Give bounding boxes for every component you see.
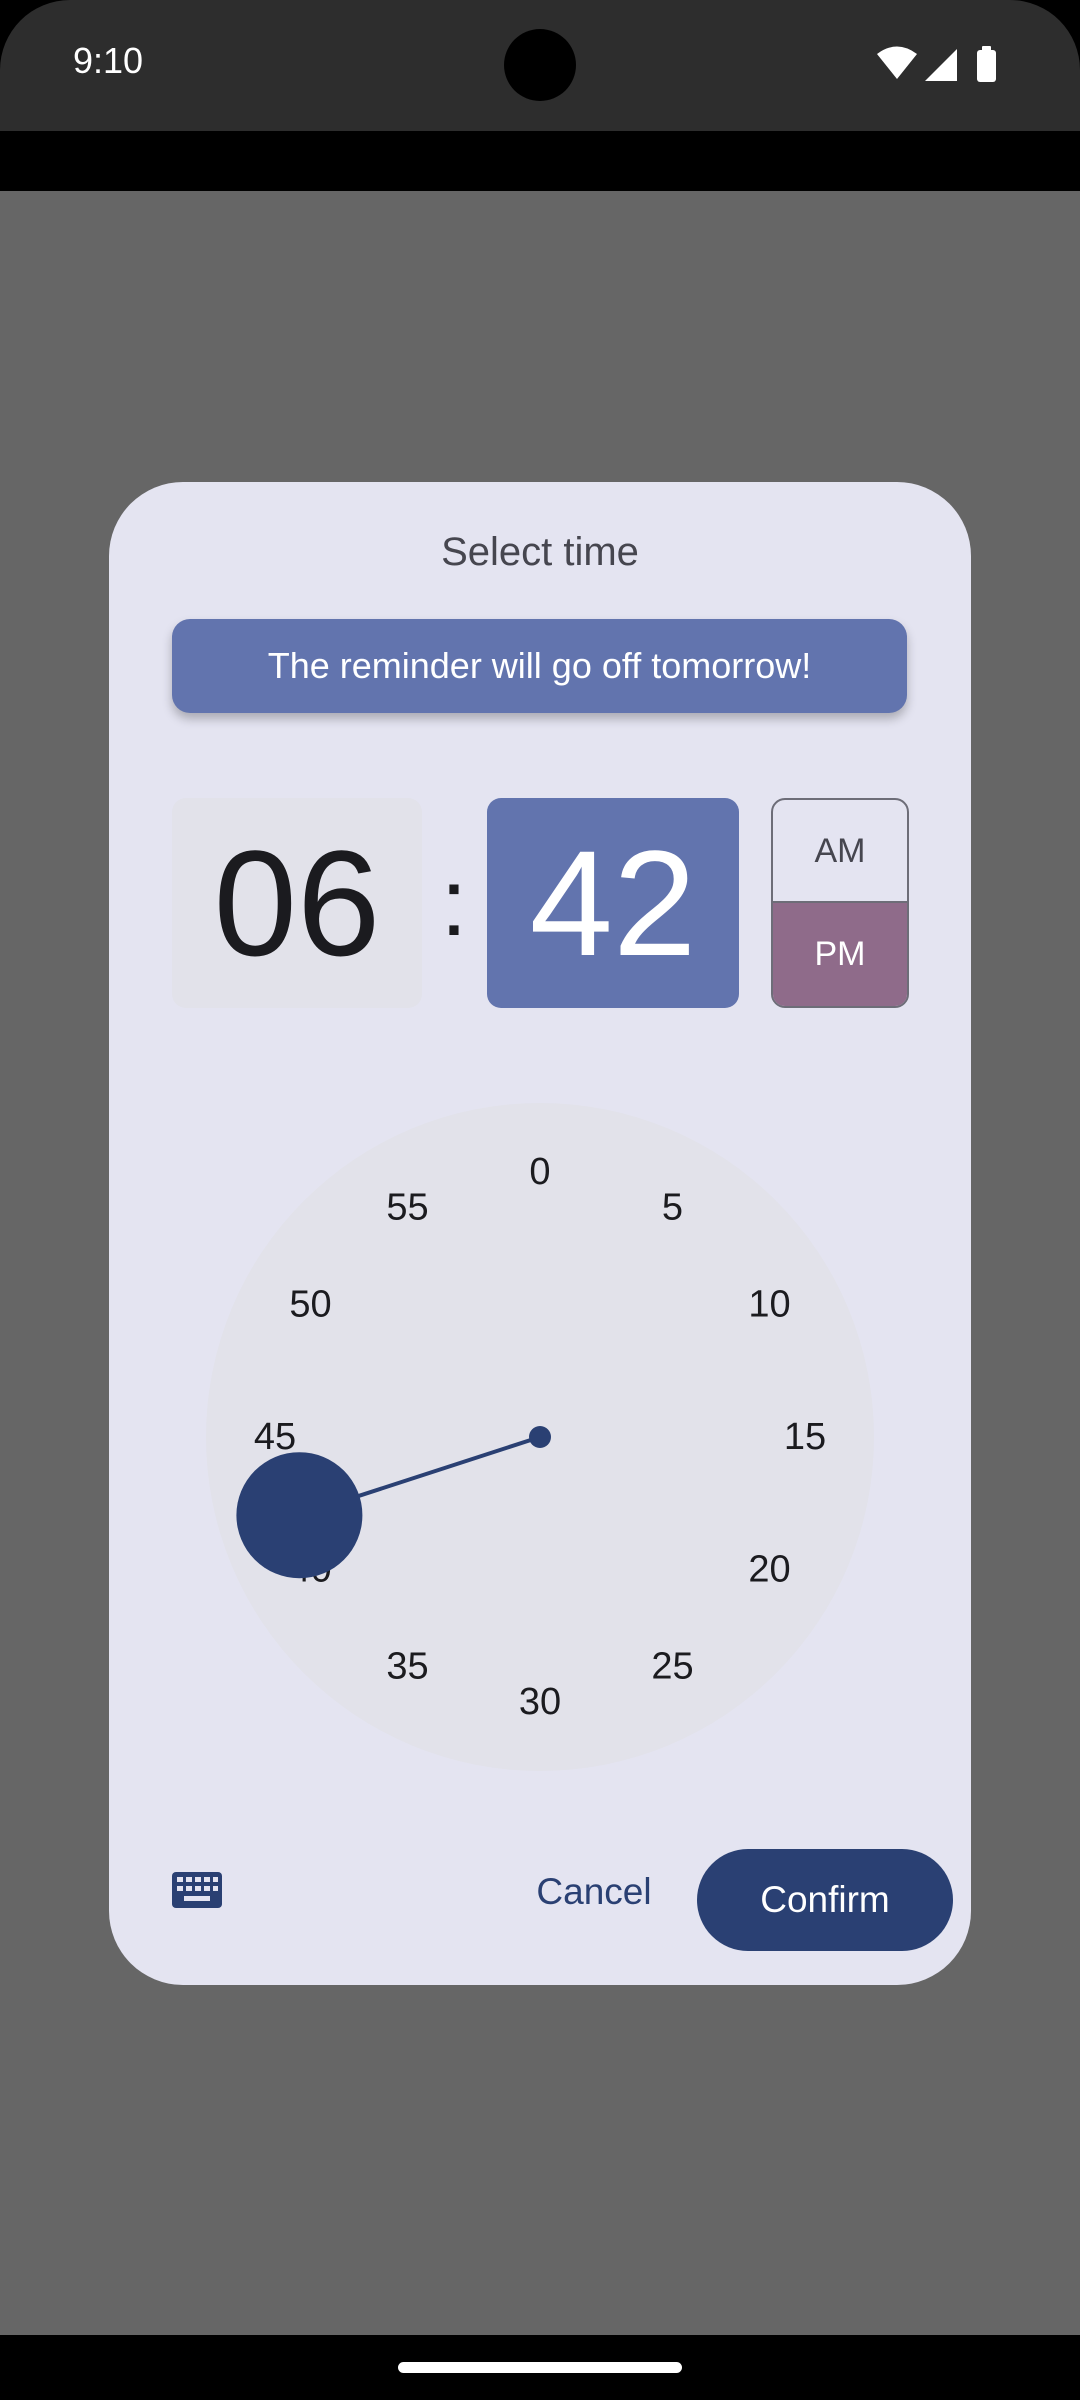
clock-number-35[interactable]: 35 xyxy=(386,1646,428,1688)
clock-number-50[interactable]: 50 xyxy=(289,1284,331,1326)
status-icons xyxy=(877,46,996,82)
clock-number-0[interactable]: 0 xyxy=(529,1151,550,1193)
pm-button[interactable]: PM xyxy=(773,903,907,1006)
am-button[interactable]: AM xyxy=(773,800,907,903)
clock-number-5[interactable]: 5 xyxy=(662,1187,683,1229)
home-gesture-handle[interactable] xyxy=(398,2362,682,2373)
clock-number-45[interactable]: 45 xyxy=(254,1416,296,1458)
clock-hand-selector[interactable] xyxy=(236,1452,363,1579)
clock-number-55[interactable]: 55 xyxy=(386,1187,428,1229)
clock-number-10[interactable]: 10 xyxy=(748,1284,790,1326)
status-bar: 9:10 xyxy=(0,0,1080,131)
cellular-signal-icon xyxy=(925,49,957,81)
time-picker-dialog: Select time The reminder will go off tom… xyxy=(109,482,971,1985)
clock-number-25[interactable]: 25 xyxy=(651,1646,693,1688)
clock-number-20[interactable]: 20 xyxy=(748,1549,790,1591)
cancel-button[interactable]: Cancel xyxy=(509,1849,679,1935)
time-separator: : xyxy=(440,849,468,956)
reminder-banner: The reminder will go off tomorrow! xyxy=(172,619,907,713)
clock-number-30[interactable]: 30 xyxy=(519,1681,561,1723)
battery-icon xyxy=(977,50,996,82)
minute-clock-dial[interactable]: 0510152025303540455055 xyxy=(206,1103,874,1771)
confirm-button[interactable]: Confirm xyxy=(697,1849,953,1951)
screen: 9:10 Select time The reminder will go of… xyxy=(0,0,1080,2400)
dialog-title: Select time xyxy=(441,530,639,574)
hour-selector[interactable]: 06 xyxy=(172,798,422,1008)
keyboard-icon[interactable] xyxy=(159,1862,235,1922)
battery-cap xyxy=(982,46,991,51)
status-time: 9:10 xyxy=(73,40,144,81)
clock-number-15[interactable]: 15 xyxy=(784,1416,826,1458)
camera-cutout xyxy=(504,29,576,101)
minute-selector[interactable]: 42 xyxy=(487,798,739,1008)
wifi-icon xyxy=(877,46,917,79)
period-toggle: AM PM xyxy=(771,798,909,1008)
clock-center-dot xyxy=(529,1426,551,1448)
